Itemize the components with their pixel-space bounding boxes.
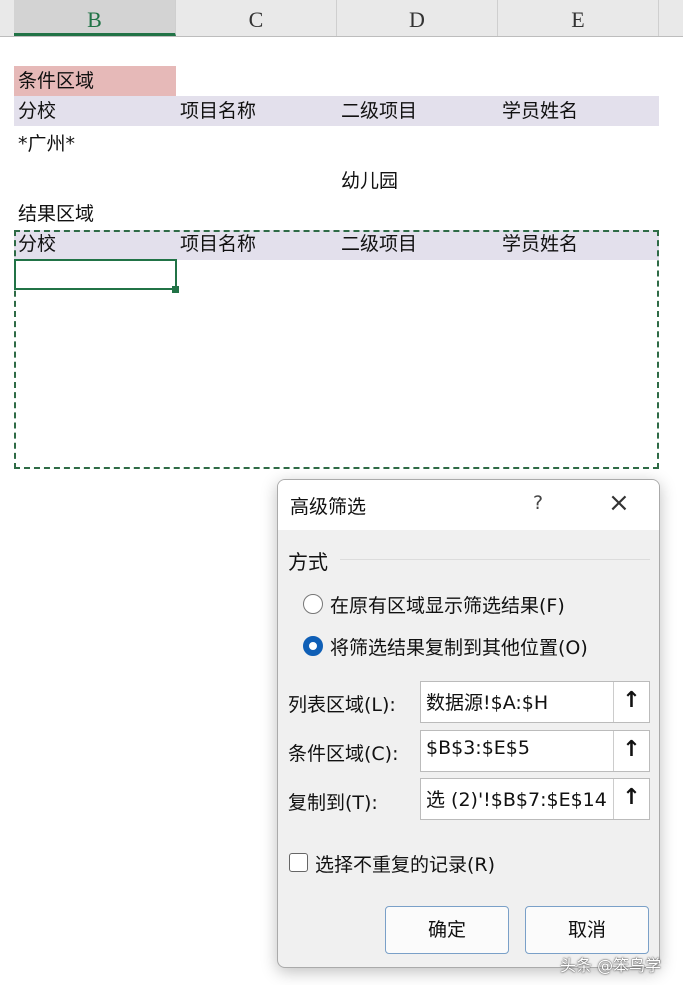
radio-in-place-label[interactable]: 在原有区域显示筛选结果(F) [330,591,565,618]
criteria-header-b[interactable]: 分校 [14,96,56,126]
section-divider [340,559,650,560]
criteria-value-d5[interactable]: 幼儿园 [337,166,398,196]
criteria-header-c[interactable]: 项目名称 [176,96,256,126]
column-header-d[interactable]: D [337,0,498,36]
criteria-header-e[interactable]: 学员姓名 [498,96,578,126]
column-header-bar: B C D E [0,0,683,37]
collapse-arrow-icon[interactable]: ↑ [613,731,649,771]
list-range-input[interactable]: 数据源!$A:$H [426,688,611,715]
criteria-range-label: 条件区域(C): [288,743,399,765]
active-cell[interactable] [14,259,177,290]
watermark: 头条 @笨鸟学 [560,956,662,975]
column-header-e[interactable]: E [498,0,659,36]
section-label: 方式 [288,550,328,574]
column-header-c[interactable]: C [176,0,337,36]
collapse-arrow-icon[interactable]: ↑ [613,779,649,819]
copy-to-input[interactable]: 选 (2)'!$B$7:$E$14 [426,785,611,812]
copy-to-label: 复制到(T): [288,792,378,814]
ok-button[interactable]: 确定 [385,906,509,954]
list-range-field[interactable]: 数据源!$A:$H ↑ [420,681,650,723]
radio-copy-to-label[interactable]: 将筛选结果复制到其他位置(O) [330,633,588,660]
list-range-label: 列表区域(L): [288,694,396,716]
column-header-b[interactable]: B [14,0,176,36]
result-title-cell[interactable]: 结果区域 [14,199,94,229]
copy-to-field[interactable]: 选 (2)'!$B$7:$E$14 ↑ [420,778,650,820]
criteria-value-b4[interactable]: *广州* [14,129,75,159]
radio-copy-to[interactable] [303,636,323,656]
cancel-button[interactable]: 取消 [525,906,649,954]
criteria-range-input[interactable]: $B$3:$E$5 [426,737,611,759]
dialog-title: 高级筛选 [290,496,367,518]
unique-records-label[interactable]: 选择不重复的记录(R) [315,850,495,877]
unique-records-checkbox[interactable] [289,853,308,872]
fill-handle[interactable] [172,286,179,293]
dialog-titlebar: 高级筛选 ? × [278,480,659,530]
criteria-title-cell[interactable]: 条件区域 [14,66,176,96]
radio-in-place[interactable] [303,594,323,614]
close-button[interactable]: × [608,488,630,518]
criteria-header-d[interactable]: 二级项目 [337,96,417,126]
criteria-range-field[interactable]: $B$3:$E$5 ↑ [420,730,650,772]
collapse-arrow-icon[interactable]: ↑ [613,682,649,722]
help-button[interactable]: ? [533,492,543,514]
advanced-filter-dialog: 高级筛选 ? × 方式 在原有区域显示筛选结果(F) 将筛选结果复制到其他位置(… [277,479,660,968]
